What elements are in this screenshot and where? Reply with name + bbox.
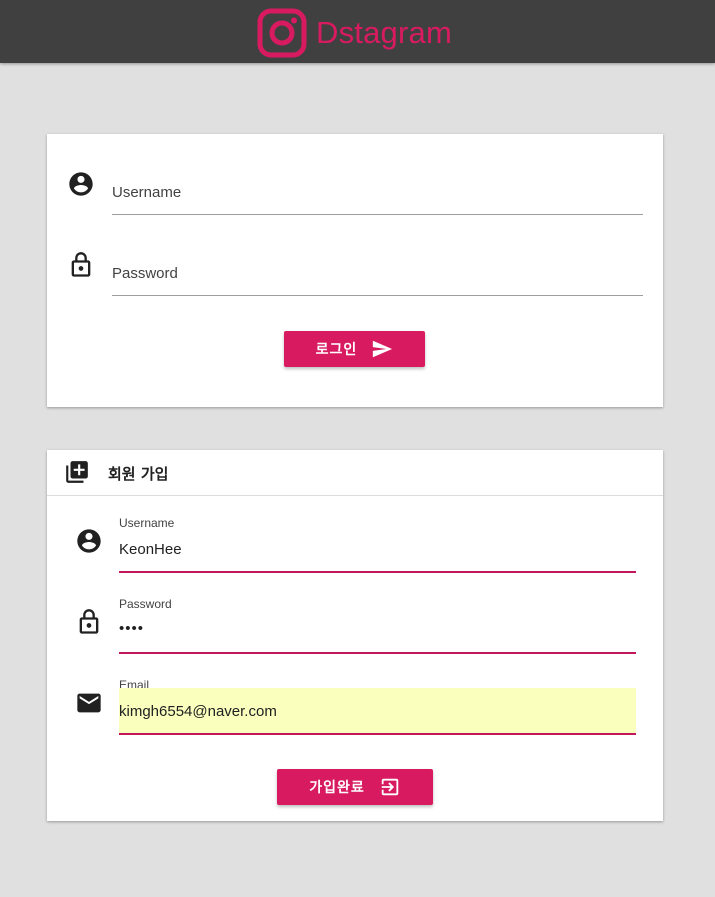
library-add-icon [64,459,90,485]
login-button[interactable]: 로그인 [284,331,425,367]
login-password-underline [112,295,643,296]
signup-title: 회원 가입 [108,465,169,483]
signup-password-input[interactable]: •••• [119,620,144,637]
signup-submit-button[interactable]: 가입완료 [277,769,433,805]
login-icon [379,776,401,798]
signup-submit-label: 가입완료 [309,780,365,796]
signup-card: 회원 가입 Username KeonHee Password •••• Ema… [47,450,663,821]
login-password-input[interactable]: Password [112,265,178,282]
account-circle-icon [67,170,95,198]
top-app-bar: Dstagram [0,0,715,63]
app-title: Dstagram [316,15,452,50]
instagram-logo-icon [257,8,307,58]
signup-email-underline [119,733,636,735]
signup-username-input[interactable]: KeonHee [119,541,182,558]
signup-card-header: 회원 가입 [47,450,663,496]
signup-password-underline [119,652,636,654]
email-icon [75,689,103,717]
login-button-label: 로그인 [315,342,358,358]
lock-icon [67,251,95,279]
signup-email-input[interactable]: kimgh6554@naver.com [119,703,277,720]
login-username-input[interactable]: Username [112,184,181,201]
send-icon [371,338,393,360]
lock-icon [75,608,103,636]
signup-username-underline [119,571,636,573]
login-username-underline [112,214,643,215]
login-card: Username Password 로그인 [47,134,663,407]
brand[interactable]: Dstagram [257,8,452,58]
signup-username-label: Username [119,516,175,530]
account-circle-icon [75,527,103,555]
signup-password-label: Password [119,597,172,611]
